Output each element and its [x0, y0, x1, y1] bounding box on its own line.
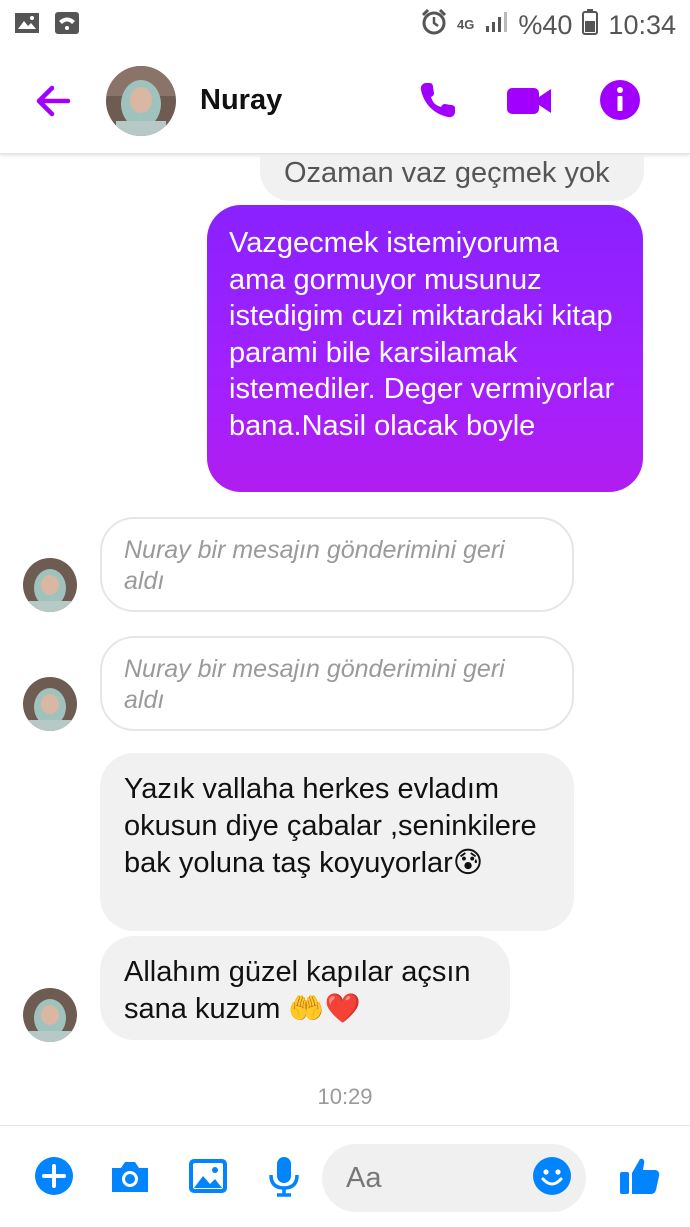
conversation-header: Nuray: [0, 50, 690, 154]
wifi-icon: [54, 11, 80, 40]
camera-icon[interactable]: [108, 1154, 152, 1198]
unsent-text: Nuray bir mesajın gönderimini geri aldı: [124, 655, 505, 714]
battery-icon: [582, 8, 599, 42]
message-text: Vazgecmek istemiyoruma ama gormuyor musu…: [229, 227, 615, 442]
gallery-icon[interactable]: [186, 1154, 230, 1198]
alarm-icon: [421, 8, 447, 42]
message-text: Allahım güzel kapılar açsın sana kuzum 🤲…: [124, 956, 471, 1025]
message-text: Yazık vallaha herkes evladım okusun diye…: [124, 773, 537, 879]
message-composer: Aa: [0, 1125, 690, 1227]
clock: 10:34: [608, 9, 676, 40]
thumbs-up-icon[interactable]: [618, 1154, 662, 1198]
back-arrow-icon[interactable]: [32, 80, 74, 122]
network-type: 4G: [457, 17, 475, 32]
avatar[interactable]: [23, 558, 77, 612]
message-list[interactable]: Ozaman vaz geçmek yok Vazgecmek istemiyo…: [0, 155, 690, 1125]
message-bubble-incoming[interactable]: Allahım güzel kapılar açsın sana kuzum 🤲…: [100, 936, 510, 1040]
message-input-placeholder: Aa: [346, 1162, 382, 1194]
status-bar: 4G %40 10:34: [0, 0, 690, 50]
message-timestamp: 10:29: [317, 1084, 373, 1109]
plus-icon[interactable]: [32, 1154, 76, 1198]
message-bubble-incoming[interactable]: Yazık vallaha herkes evladım okusun diye…: [100, 753, 574, 931]
image-icon: [14, 12, 40, 39]
unsent-message-notice: Nuray bir mesajın gönderimini geri aldı: [100, 636, 574, 731]
message-text: Ozaman vaz geçmek yok: [284, 157, 610, 189]
battery-level: %40: [518, 9, 573, 40]
contact-name: Nuray: [200, 84, 283, 116]
microphone-icon[interactable]: [262, 1154, 306, 1198]
message-bubble-incoming[interactable]: Ozaman vaz geçmek yok: [260, 155, 644, 201]
avatar[interactable]: [23, 677, 77, 731]
unsent-text: Nuray bir mesajın gönderimini geri aldı: [124, 536, 505, 595]
phone-icon[interactable]: [416, 78, 460, 122]
signal-icon: [484, 10, 508, 41]
message-bubble-outgoing[interactable]: Vazgecmek istemiyoruma ama gormuyor musu…: [207, 205, 643, 492]
avatar[interactable]: [23, 988, 77, 1042]
unsent-message-notice: Nuray bir mesajın gönderimini geri aldı: [100, 517, 574, 612]
video-camera-icon[interactable]: [505, 78, 553, 122]
info-icon[interactable]: [598, 78, 642, 122]
emoji-icon[interactable]: [530, 1154, 574, 1198]
contact-avatar[interactable]: [106, 66, 176, 136]
